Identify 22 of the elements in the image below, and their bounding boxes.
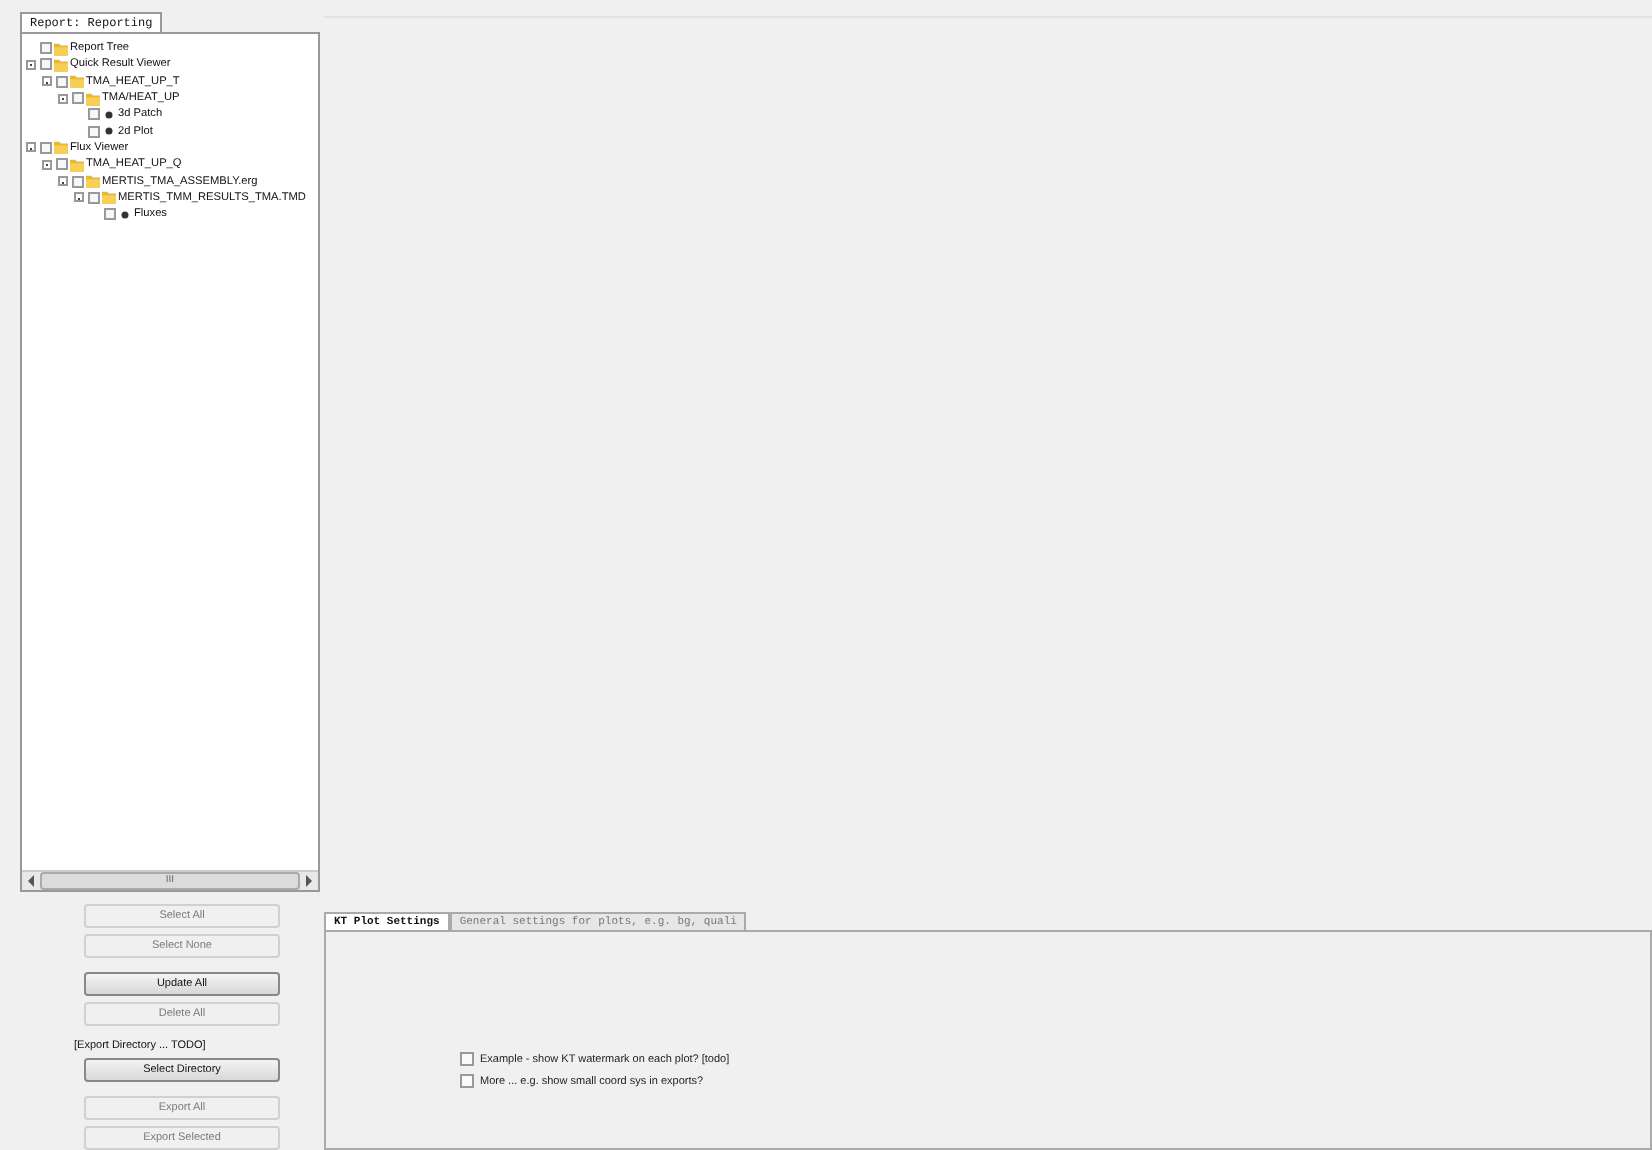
tree-checkbox[interactable] <box>72 92 84 105</box>
tree-checkbox[interactable] <box>88 191 100 204</box>
tree-checkbox[interactable] <box>40 42 52 55</box>
collapse-icon[interactable] <box>58 93 68 104</box>
collapse-icon[interactable] <box>42 159 52 170</box>
collapse-icon[interactable] <box>74 192 84 203</box>
tree-checkbox[interactable] <box>40 58 52 71</box>
bullet-icon <box>118 207 132 222</box>
right-arrow-icon[interactable] <box>300 872 318 890</box>
collapse-icon[interactable] <box>58 176 68 187</box>
tree-checkbox[interactable] <box>72 175 84 188</box>
tree-checkbox[interactable] <box>56 75 68 88</box>
collapse-icon[interactable] <box>26 142 36 153</box>
option-checkbox[interactable] <box>460 1052 474 1066</box>
tree-checkbox[interactable] <box>88 125 100 138</box>
tree-checkbox[interactable] <box>88 108 100 121</box>
collapse-icon[interactable] <box>42 76 52 87</box>
tree-checkbox[interactable] <box>104 208 116 221</box>
tree-checkbox[interactable] <box>40 141 52 154</box>
option-checkbox[interactable] <box>460 1074 474 1088</box>
collapse-icon[interactable] <box>26 59 36 70</box>
tree-checkbox[interactable] <box>56 158 68 171</box>
